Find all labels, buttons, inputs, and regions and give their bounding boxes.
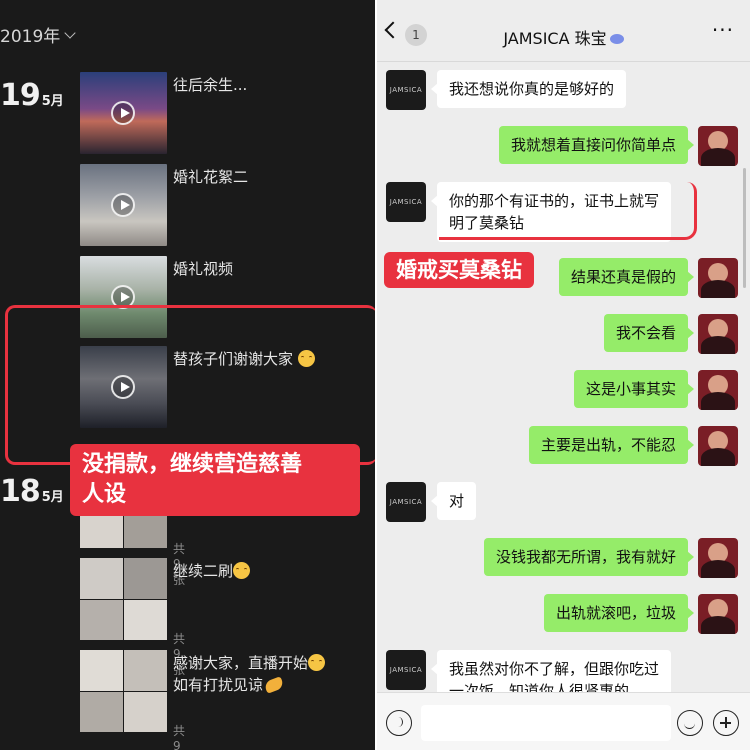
message-bubble-outgoing[interactable]: 这是小事其实 [573,370,695,408]
user-avatar[interactable] [698,370,738,410]
photo-grid-thumbnail[interactable] [80,558,167,640]
post-title: 婚礼花絮二 [173,168,249,186]
praying-hands-emoji-icon [263,676,285,694]
message-bubble-incoming[interactable]: 对 [430,482,477,520]
video-thumbnail[interactable] [80,72,167,154]
message-bubble-incoming[interactable]: 我还想说你真的是够好的 [430,70,627,108]
annotation-label: 没捐款，继续营造慈善 人设 [70,444,360,516]
date-heading: 19 5月 [0,78,64,113]
verified-badge-icon [609,34,624,44]
timeline-post[interactable]: 继续二刷 共9张 [80,558,251,677]
emoji-picker-icon[interactable] [677,710,703,736]
more-options-icon[interactable]: ··· [712,20,734,40]
play-icon [111,193,135,217]
shop-avatar[interactable]: JAMSICA [386,650,426,690]
message-input[interactable] [421,705,671,741]
post-title: 婚礼视频 [173,260,234,278]
user-avatar[interactable] [698,426,738,466]
chat-title-text: JAMSICA 珠宝 [503,29,607,48]
year-label: 2019年 [0,27,61,47]
chat-panel: 1 JAMSICA 珠宝 ··· JAMSICA 我还想说你真的是够好的 我就想… [377,0,750,750]
chevron-down-icon [64,26,76,39]
chat-input-bar [377,692,750,750]
video-thumbnail[interactable] [80,164,167,246]
add-attachment-icon[interactable] [713,710,739,736]
post-title-text: 感谢大家，直播开始 [173,654,309,672]
message-bubble-outgoing[interactable]: 出轨就滚吧，垃圾 [543,594,695,632]
date-month: 5月 [41,490,64,505]
post-title: 往后余生... [173,76,248,94]
user-avatar[interactable] [698,594,738,634]
message-bubble-outgoing[interactable]: 主要是出轨，不能忍 [528,426,695,464]
voice-input-icon[interactable] [386,710,412,736]
message-bubble-outgoing[interactable]: 没钱我都无所谓，我有就好 [483,538,695,576]
annotation-line: 人设 [82,482,127,507]
post-title: 继续二刷 [173,560,251,581]
date-heading: 18 5月 [0,474,64,509]
shop-avatar[interactable]: JAMSICA [386,482,426,522]
year-selector[interactable]: 2019年 [0,22,76,47]
date-day: 18 [0,474,41,509]
smile-emoji-icon [233,562,251,579]
date-month: 5月 [41,94,64,109]
annotation-underline [439,182,697,240]
photo-count: 共9张 [173,724,186,750]
date-day: 19 [0,78,41,113]
message-line: 我虽然对你不了解，但跟你吃过 [449,660,660,678]
chat-title: JAMSICA 珠宝 [377,25,750,49]
timeline-post[interactable]: 感谢大家，直播开始 如有打扰见谅 共9张 [80,650,326,750]
annotation-label: 婚戒买莫桑钻 [384,252,534,288]
annotation-highlight-box [5,305,375,465]
smile-emoji-icon [308,654,326,671]
chat-header: 1 JAMSICA 珠宝 ··· [377,0,750,62]
annotation-line: 没捐款，继续营造慈善 [82,452,303,477]
user-avatar[interactable] [698,314,738,354]
message-bubble-outgoing[interactable]: 我就想着直接问你简单点 [498,126,695,164]
message-bubble-outgoing[interactable]: 我不会看 [603,314,695,352]
shop-avatar[interactable]: JAMSICA [386,70,426,110]
scrollbar[interactable] [743,168,746,288]
user-avatar[interactable] [698,126,738,166]
post-title: 感谢大家，直播开始 [173,652,326,673]
post-title-text: 继续二刷 [173,562,234,580]
moments-timeline-panel: 2019年 19 5月 往后余生... 婚礼花絮二 婚礼视频 替孩子们谢谢大家 1… [0,0,375,750]
shop-avatar[interactable]: JAMSICA [386,182,426,222]
play-icon [111,101,135,125]
user-avatar[interactable] [698,258,738,298]
timeline-post[interactable]: 婚礼花絮二 [80,164,248,246]
photo-grid-thumbnail[interactable] [80,650,167,732]
timeline-post[interactable]: 往后余生... [80,72,247,154]
post-title-line2: 如有打扰见谅 [173,674,285,695]
message-bubble-outgoing[interactable]: 结果还真是假的 [558,258,695,296]
post-title-text: 如有打扰见谅 [173,676,264,694]
user-avatar[interactable] [698,538,738,578]
